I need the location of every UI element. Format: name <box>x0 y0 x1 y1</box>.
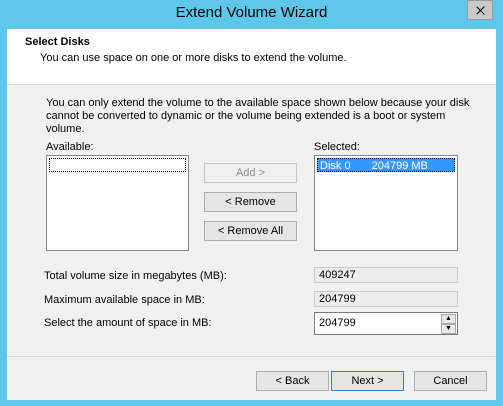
wizard-header: Select Disks You can use space on one or… <box>7 29 496 85</box>
add-button[interactable]: Add > <box>204 163 297 183</box>
title-bar: Extend Volume Wizard <box>0 0 503 29</box>
chevron-down-icon[interactable]: ▼ <box>441 324 456 334</box>
total-size-value: 409247 <box>314 267 458 283</box>
intro-text: You can only extend the volume to the av… <box>46 97 470 135</box>
back-button[interactable]: < Back <box>256 371 329 391</box>
remove-button[interactable]: < Remove <box>204 192 297 212</box>
page-title: Select Disks <box>25 36 90 48</box>
available-list[interactable] <box>46 155 189 251</box>
chevron-up-icon[interactable]: ▲ <box>441 314 456 324</box>
close-icon[interactable] <box>467 0 493 20</box>
list-item[interactable]: Disk 0 204799 MB <box>317 158 455 172</box>
amount-stepper[interactable]: 204799 ▲ ▼ <box>314 312 458 335</box>
footer-divider <box>7 356 496 357</box>
total-size-label: Total volume size in megabytes (MB): <box>44 270 227 282</box>
stepper-buttons: ▲ ▼ <box>441 314 456 334</box>
wizard-body: Select Disks You can use space on one or… <box>7 29 496 400</box>
page-subtitle: You can use space on one or more disks t… <box>40 52 347 64</box>
cancel-button[interactable]: Cancel <box>414 371 487 391</box>
remove-all-button[interactable]: < Remove All <box>204 221 297 241</box>
max-space-label: Maximum available space in MB: <box>44 294 205 306</box>
available-label: Available: <box>46 141 94 153</box>
amount-value[interactable]: 204799 <box>319 317 356 329</box>
max-space-value: 204799 <box>314 291 458 307</box>
next-button[interactable]: Next > <box>331 371 404 391</box>
selected-list[interactable]: Disk 0 204799 MB <box>314 155 458 251</box>
window-title: Extend Volume Wizard <box>175 4 328 21</box>
disk-size: 204799 MB <box>371 160 428 172</box>
disk-name: Disk 0 <box>320 160 351 172</box>
selected-label: Selected: <box>314 141 360 153</box>
list-focus-rect <box>49 158 186 172</box>
amount-label: Select the amount of space in MB: <box>44 317 212 329</box>
